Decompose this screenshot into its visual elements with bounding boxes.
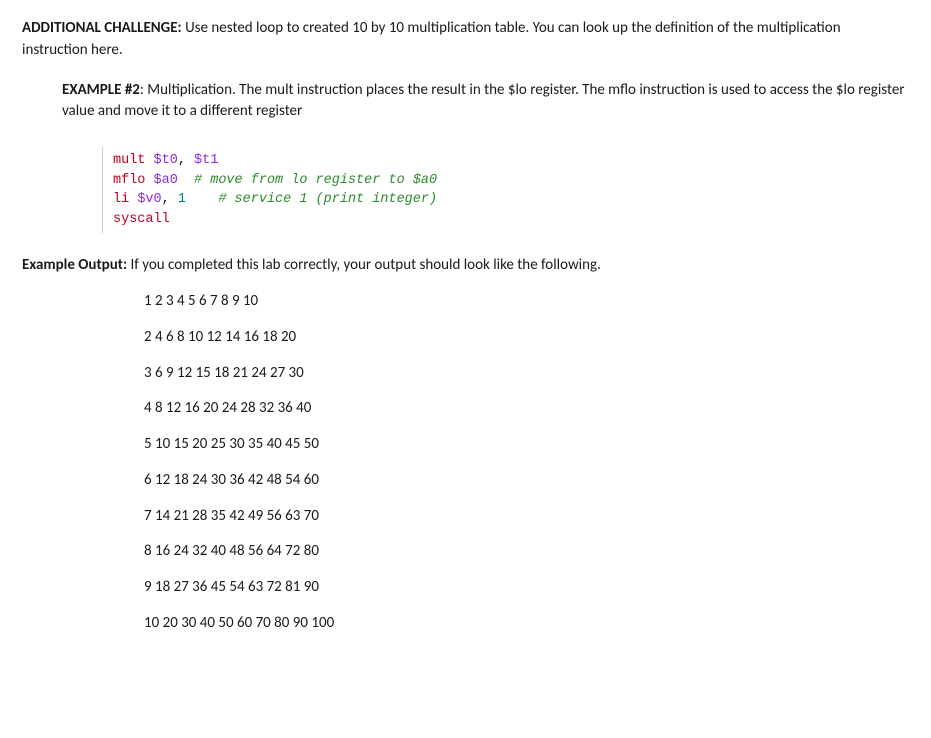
additional-challenge-label: ADDITIONAL CHALLENGE: [22,19,182,37]
example-output-table: 1 2 3 4 5 6 7 8 9 10 2 4 6 8 10 12 14 16… [144,291,909,635]
example-output-heading: Example Output: If you completed this la… [22,255,909,277]
code-comment: # service 1 (print integer) [218,192,437,207]
code-keyword-syscall: syscall [113,212,170,227]
output-row: 5 10 15 20 25 30 35 40 45 50 [144,434,909,456]
example-output-text: If you completed this lab correctly, you… [127,256,601,274]
code-text [186,192,218,207]
code-register-t0: $t0 [154,153,178,168]
code-number: 1 [178,192,186,207]
output-row: 6 12 18 24 30 36 42 48 54 60 [144,470,909,492]
code-block: mult $t0, $t1 mflo $a0 # move from lo re… [102,147,909,233]
output-row: 9 18 27 36 45 54 63 72 81 90 [144,577,909,599]
code-keyword-mflo: mflo [113,173,154,188]
code-keyword-li: li [113,192,137,207]
code-text: , [178,153,194,168]
output-row: 7 14 21 28 35 42 49 56 63 70 [144,506,909,528]
example2-text: : Multiplication. The mult instruction p… [62,81,905,121]
code-keyword-mult: mult [113,153,154,168]
output-row: 1 2 3 4 5 6 7 8 9 10 [144,291,909,313]
code-comment: # move from lo register to $a0 [194,173,437,188]
code-text: , [162,192,178,207]
code-register-t1: $t1 [194,153,218,168]
code-text [178,173,194,188]
output-row: 3 6 9 12 15 18 21 24 27 30 [144,363,909,385]
code-register-a0: $a0 [154,173,178,188]
output-row: 10 20 30 40 50 60 70 80 90 100 [144,613,909,635]
output-row: 4 8 12 16 20 24 28 32 36 40 [144,398,909,420]
output-row: 2 4 6 8 10 12 14 16 18 20 [144,327,909,349]
output-row: 8 16 24 32 40 48 56 64 72 80 [144,541,909,563]
example2-label: EXAMPLE #2 [62,81,140,99]
example2-paragraph: EXAMPLE #2: Multiplication. The mult ins… [62,80,909,124]
additional-challenge-paragraph: ADDITIONAL CHALLENGE: Use nested loop to… [22,18,909,62]
code-register-v0: $v0 [137,192,161,207]
example-output-label: Example Output: [22,256,127,274]
